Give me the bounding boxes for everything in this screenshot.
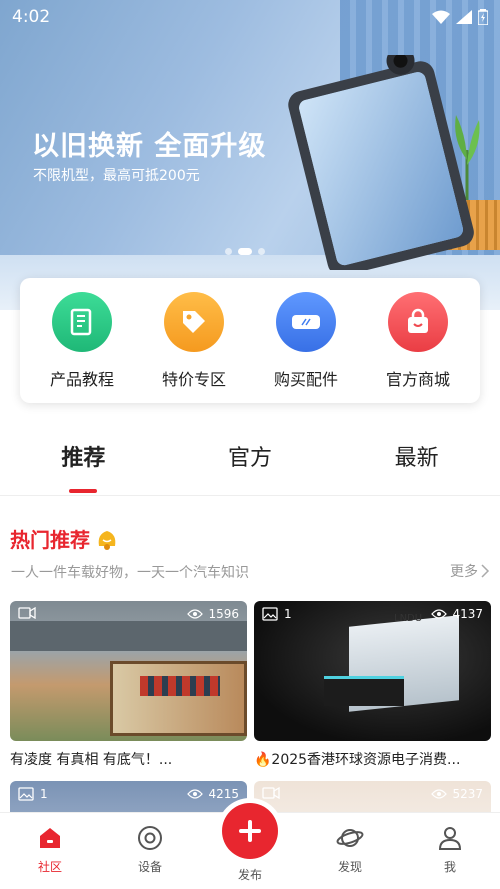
post-thumbnail: LNDU 1 4137 [254, 601, 491, 741]
status-bar: 4:02 [0, 0, 500, 34]
eye-icon [187, 609, 204, 619]
nav-label: 设备 [137, 860, 162, 874]
bell-icon [98, 530, 116, 550]
post-card[interactable]: 1596 有凌度 有真相 有底气！... [10, 601, 247, 769]
tab-label: 推荐 [61, 446, 106, 471]
device-icon [138, 826, 162, 850]
carousel-indicator [225, 248, 265, 255]
more-link[interactable]: 更多 [450, 561, 490, 581]
book-icon [52, 291, 112, 352]
eye-icon [187, 789, 204, 799]
divider [0, 495, 500, 496]
accessory-icon [276, 291, 336, 352]
booth-counter [324, 676, 404, 706]
home-icon [40, 828, 60, 848]
status-time: 4:02 [12, 7, 51, 27]
promo-banner[interactable]: 以旧换新 全面升级 不限机型，最高可抵200元 [0, 0, 500, 310]
hot-title-text: 热门推荐 [10, 528, 90, 552]
nav-publish[interactable]: 发布 [200, 803, 300, 889]
carousel-dot [225, 248, 232, 255]
quick-actions-card: 产品教程 特价专区 购买配件 官方商城 [20, 278, 480, 403]
user-icon [438, 827, 462, 850]
quick-action-accessories[interactable]: 购买配件 [256, 291, 356, 390]
view-count: 1596 [208, 607, 239, 621]
video-icon [18, 607, 36, 619]
nav-label: 我 [443, 860, 456, 874]
quick-action-label: 购买配件 [273, 369, 338, 389]
view-count: 5237 [452, 787, 483, 801]
signal-icon [456, 10, 472, 24]
nav-label: 社区 [37, 860, 62, 874]
price-tag-icon [164, 291, 224, 352]
quick-action-special-offers[interactable]: 特价专区 [144, 291, 244, 390]
more-label: 更多 [450, 564, 478, 580]
planet-icon [336, 829, 364, 847]
view-count: 4215 [208, 787, 239, 801]
carousel-dot-active [238, 248, 252, 255]
publish-button[interactable] [222, 803, 278, 859]
active-tab-indicator [69, 489, 98, 493]
post-card[interactable]: LNDU 1 4137 🔥2025香港环球资源电子消费... [254, 601, 491, 769]
nav-device[interactable]: 设备 [100, 813, 200, 889]
battery-icon [478, 9, 488, 25]
chevron-right-icon [481, 564, 490, 578]
tab-official[interactable]: 官方 [167, 430, 334, 494]
eye-icon [431, 789, 448, 799]
nav-community[interactable]: 社区 [0, 813, 100, 889]
nav-profile[interactable]: 我 [400, 813, 500, 889]
truck-decoration [140, 676, 220, 696]
tab-label: 最新 [394, 446, 439, 471]
image-icon [18, 787, 34, 801]
plus-icon [239, 820, 261, 842]
bottom-nav: 社区 设备 发布 发现 我 [0, 803, 500, 889]
content-tabs: 推荐 官方 最新 [0, 430, 500, 494]
tab-latest[interactable]: 最新 [333, 430, 500, 494]
tab-label: 官方 [228, 446, 273, 471]
quick-action-tutorial[interactable]: 产品教程 [32, 291, 132, 390]
eye-icon [431, 609, 448, 619]
image-count: 1 [40, 787, 48, 801]
banner-subline: 不限机型，最高可抵200元 [33, 168, 200, 184]
shopping-bag-icon [388, 291, 448, 352]
quick-action-label: 官方商城 [385, 369, 450, 389]
nav-discover[interactable]: 发现 [300, 813, 400, 889]
nav-label: 发现 [337, 860, 362, 874]
quick-action-label: 特价专区 [161, 369, 226, 389]
section-title: 热门推荐 [10, 524, 120, 553]
overpass-shape [10, 621, 247, 651]
nav-label: 发布 [237, 868, 262, 882]
post-caption: 有凌度 有真相 有底气！... [10, 752, 173, 768]
carousel-dot [258, 248, 265, 255]
banner-headline: 以旧换新 全面升级 [32, 131, 267, 162]
dashcam-mirror-illustration [288, 55, 474, 270]
video-icon [262, 787, 280, 799]
section-subtitle: 一人一件车载好物，一天一个汽车知识 [11, 565, 249, 581]
image-count: 1 [284, 607, 292, 621]
post-caption: 🔥2025香港环球资源电子消费... [254, 752, 461, 768]
view-count: 4137 [452, 607, 483, 621]
booth-logo: LNDU [394, 613, 423, 624]
truck-shape [110, 661, 247, 736]
quick-action-official-store[interactable]: 官方商城 [368, 291, 468, 390]
tab-recommended[interactable]: 推荐 [0, 430, 167, 494]
post-thumbnail: 1596 [10, 601, 247, 741]
quick-action-label: 产品教程 [49, 369, 114, 389]
image-icon [262, 607, 278, 621]
wifi-icon [432, 10, 450, 24]
